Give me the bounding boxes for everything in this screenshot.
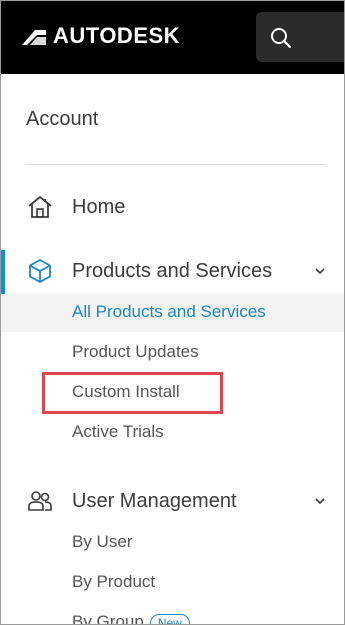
search-button[interactable] — [256, 12, 344, 62]
top-bar: AUTODESK — [1, 1, 344, 74]
brand-name: AUTODESK — [53, 23, 181, 48]
sidebar-item-user-management[interactable]: User Management — [1, 480, 344, 522]
sidebar-subitem-by-product[interactable]: By Product — [72, 572, 155, 592]
home-icon — [27, 194, 53, 220]
highlight-annotation — [42, 372, 223, 414]
cube-icon — [27, 258, 53, 284]
sidebar-subitem-label: By Group — [72, 612, 144, 625]
divider — [25, 164, 326, 165]
chevron-down-icon[interactable] — [313, 264, 327, 278]
users-icon — [27, 488, 53, 514]
autodesk-logo-icon — [22, 30, 46, 45]
chevron-down-icon[interactable] — [313, 494, 327, 508]
sidebar-item-label: User Management — [72, 489, 237, 512]
sidebar-item-home[interactable]: Home — [1, 186, 344, 228]
account-heading: Account — [26, 108, 99, 130]
app-frame: AUTODESK Account Home Products and Servi… — [0, 0, 345, 625]
sidebar-item-label: Products and Services — [72, 259, 273, 282]
sidebar-item-products-and-services[interactable]: Products and Services — [1, 250, 344, 301]
new-badge: New — [149, 613, 190, 624]
autodesk-logo[interactable]: AUTODESK — [21, 25, 180, 47]
sidebar-subitem-by-group[interactable]: By Group New — [72, 612, 190, 625]
sidebar-subitem-by-user[interactable]: By User — [72, 532, 132, 552]
sidebar-item-label: Home — [72, 195, 126, 218]
search-icon — [271, 28, 292, 49]
sidebar-subitem-active-trials[interactable]: Active Trials — [72, 422, 164, 442]
sidebar-subitem-all-products[interactable]: All Products and Services — [72, 302, 266, 322]
sidebar-subitem-product-updates[interactable]: Product Updates — [72, 342, 199, 362]
